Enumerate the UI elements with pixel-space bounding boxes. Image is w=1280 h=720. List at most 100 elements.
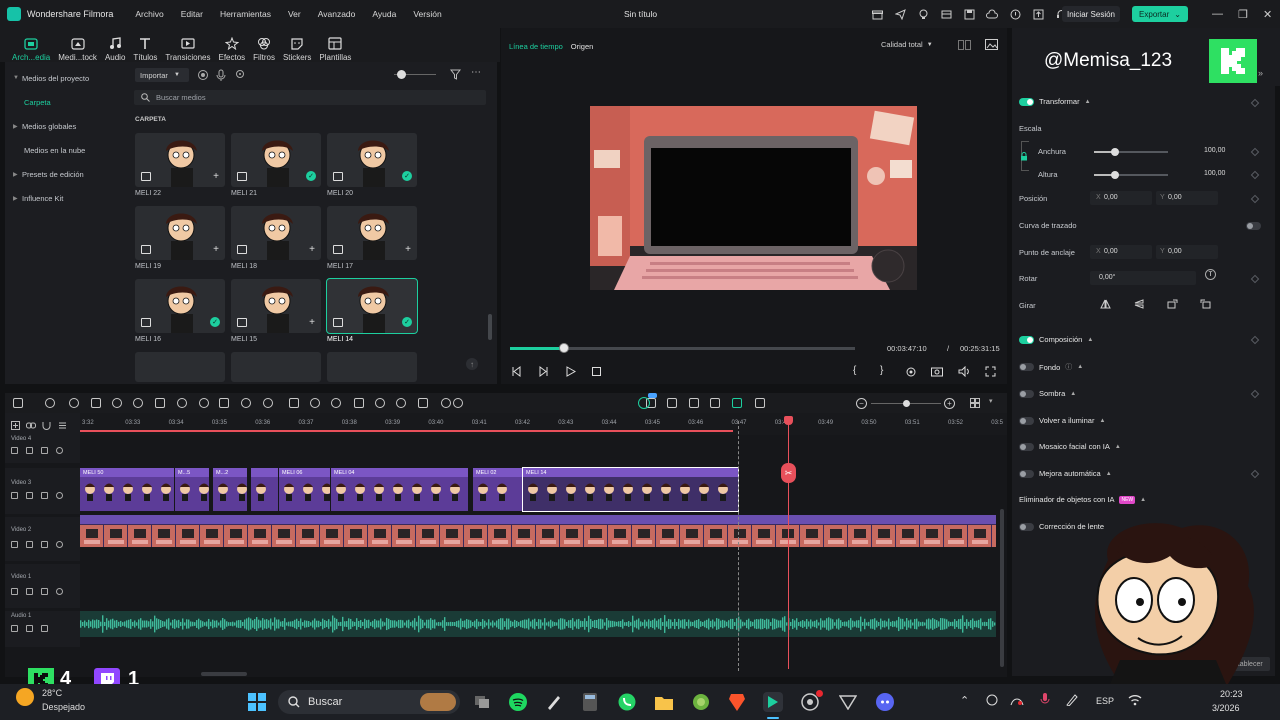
tray-app-icon[interactable] — [1010, 694, 1024, 706]
clock-date[interactable]: 3/2026 — [1212, 703, 1240, 713]
magnet-icon[interactable] — [42, 421, 51, 430]
video3-clip[interactable] — [251, 468, 278, 511]
composition-toggle[interactable] — [1019, 335, 1034, 344]
compound-icon[interactable] — [441, 398, 451, 408]
filter-funnel-icon[interactable] — [450, 69, 461, 80]
zoom-in-icon[interactable]: + — [944, 398, 955, 409]
scissors-icon[interactable]: ✂ — [781, 463, 796, 483]
text-icon[interactable] — [177, 398, 187, 408]
transform-toggle[interactable] — [1019, 97, 1034, 106]
select-arrow-icon[interactable] — [45, 398, 55, 408]
stop-icon[interactable] — [591, 366, 602, 377]
path-curve-toggle[interactable] — [1246, 222, 1261, 230]
playhead-handle[interactable] — [784, 416, 793, 425]
quality-dropdown[interactable]: Calidad total ▼ — [881, 40, 933, 49]
media-thumbnail[interactable]: + — [135, 206, 225, 260]
tab-efectos[interactable]: Efectos — [214, 30, 249, 62]
media-thumbnail[interactable]: ✓ — [231, 133, 321, 187]
wifi-icon[interactable] — [1128, 694, 1142, 706]
video3-clip[interactable]: MELI 02 — [473, 468, 522, 511]
language-indicator[interactable]: ESP — [1096, 696, 1114, 706]
speaker-icon[interactable] — [26, 541, 33, 548]
sidebar-item-project-media[interactable]: ▼ Medios del proyecto — [5, 66, 129, 90]
transform-section[interactable]: Transformar ▲ — [1019, 97, 1091, 106]
tab-transiciones[interactable]: Transiciones — [161, 30, 214, 62]
mark-in-icon[interactable]: { — [853, 365, 856, 376]
keyframe-icon[interactable] — [1250, 469, 1260, 479]
media-thumbnail[interactable]: + — [231, 206, 321, 260]
sidebar-item-cloud-media[interactable]: Medios en la nube — [5, 138, 129, 162]
ai-sync-icon[interactable] — [638, 397, 650, 409]
video3-clip[interactable]: MELI 06 — [279, 468, 330, 511]
eye-icon[interactable] — [56, 447, 63, 454]
add-to-timeline-icon[interactable]: + — [213, 244, 219, 255]
add-to-timeline-icon[interactable]: + — [309, 244, 315, 255]
lightbulb-icon[interactable] — [916, 7, 930, 21]
mute-icon[interactable] — [41, 625, 48, 632]
lock-icon[interactable] — [11, 625, 18, 632]
video3-clip[interactable]: M...2 — [213, 468, 247, 511]
lock-icon[interactable] — [11, 492, 18, 499]
speaker-icon[interactable] — [26, 447, 33, 454]
playhead[interactable] — [788, 417, 789, 669]
zoom-knob[interactable] — [903, 400, 910, 407]
background-section[interactable]: Fondo ⓘ ▲ — [1019, 362, 1083, 372]
tray-pen-icon[interactable] — [1066, 694, 1078, 706]
keyframe-path-icon[interactable] — [331, 398, 341, 408]
rotate-right-icon[interactable] — [1200, 299, 1211, 309]
add-to-timeline-icon[interactable]: + — [213, 171, 219, 182]
sidebar-item-folder[interactable]: Carpeta — [5, 90, 129, 114]
keyframe-icon[interactable] — [1250, 389, 1260, 399]
timeline-vscrollbar[interactable] — [1000, 509, 1004, 667]
snapshot-icon[interactable] — [985, 39, 998, 50]
pen-app-icon[interactable] — [544, 692, 564, 712]
fullscreen-icon[interactable] — [985, 366, 996, 377]
import-button[interactable]: Importar ▼ — [135, 68, 189, 82]
redo-icon[interactable] — [91, 398, 101, 408]
export-button[interactable]: Exportar ⌄ — [1132, 6, 1188, 22]
menu-ayuda[interactable]: Ayuda — [372, 9, 396, 19]
auto-enhance-toggle[interactable] — [1019, 469, 1034, 478]
grid-layout-icon[interactable] — [970, 398, 980, 408]
whatsapp-icon[interactable] — [617, 692, 637, 712]
alert-icon[interactable] — [1008, 7, 1022, 21]
play-icon[interactable] — [565, 366, 576, 377]
video3-clip[interactable]: MELI 04 — [331, 468, 468, 511]
brave-icon[interactable] — [727, 692, 747, 712]
previous-frame-icon[interactable] — [511, 366, 522, 377]
restore-icon[interactable]: ❐ — [1238, 8, 1248, 21]
file-explorer-icon[interactable] — [654, 692, 674, 712]
face-mosaic-toggle[interactable] — [1019, 442, 1034, 451]
chevron-down-icon[interactable]: ▾ — [989, 397, 993, 405]
grid-view-icon[interactable] — [958, 40, 971, 50]
tab-plantillas[interactable]: Plantillas — [315, 30, 355, 62]
flip-vertical-icon[interactable] — [1134, 299, 1145, 309]
flip-horizontal-icon[interactable] — [1100, 299, 1111, 309]
thumb-size-knob[interactable] — [397, 70, 406, 79]
mute-icon[interactable] — [41, 447, 48, 454]
discord-icon[interactable] — [875, 692, 895, 712]
scroll-top-icon[interactable]: ↑ — [466, 358, 478, 370]
clock-time[interactable]: 20:23 — [1220, 689, 1243, 699]
keyframe-icon[interactable] — [1250, 335, 1260, 345]
relight-toggle[interactable] — [1019, 416, 1034, 425]
media-thumbnail[interactable]: ✓ — [326, 278, 418, 334]
taskbar-search[interactable]: Buscar — [278, 690, 460, 714]
tab-titulos[interactable]: Títulos — [129, 30, 161, 62]
media-thumbnail[interactable] — [327, 352, 417, 382]
zoom-out-icon[interactable]: − — [856, 398, 867, 409]
sidebar-item-global-media[interactable]: ▶ Medios globales — [5, 114, 129, 138]
speaker-icon[interactable] — [26, 625, 33, 632]
link-icon[interactable] — [26, 421, 36, 430]
motion-track-icon[interactable] — [354, 398, 364, 408]
width-slider[interactable] — [1094, 148, 1168, 156]
cloud-icon[interactable] — [985, 7, 999, 21]
calculator-icon[interactable] — [580, 692, 600, 712]
position-y-input[interactable] — [1156, 191, 1218, 205]
keyframe-icon[interactable] — [1250, 147, 1260, 157]
search-input[interactable]: Buscar medios — [134, 90, 486, 105]
volume-icon[interactable] — [958, 366, 970, 377]
tray-chevron-icon[interactable]: ⌃ — [960, 694, 969, 707]
lock-icon[interactable] — [11, 541, 18, 548]
tab-filtros[interactable]: Filtros — [249, 30, 279, 62]
